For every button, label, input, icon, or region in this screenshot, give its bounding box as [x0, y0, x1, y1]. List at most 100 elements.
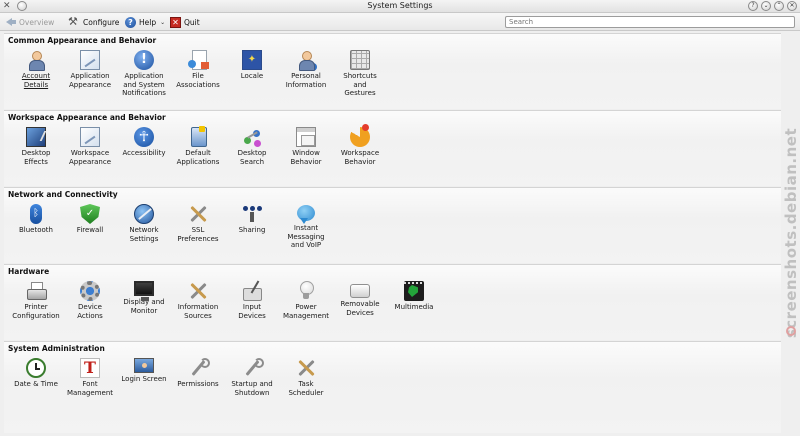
search-input[interactable]: [505, 16, 795, 28]
item-desktop-search[interactable]: Desktop Search: [224, 127, 280, 166]
maximize-button[interactable]: ⌃: [774, 1, 784, 11]
input-stylus-icon: [242, 281, 262, 301]
item-label: Sharing: [238, 226, 266, 234]
item-locale[interactable]: Locale: [224, 50, 280, 81]
desktop-search-icon: [242, 127, 262, 147]
file-associations-icon: [188, 50, 209, 70]
help-window-button[interactable]: ?: [748, 1, 758, 11]
item-removable-devices[interactable]: Removable Devices: [332, 281, 388, 317]
item-task-scheduler[interactable]: Task Scheduler: [278, 358, 334, 397]
item-display-monitor[interactable]: Display and Monitor: [116, 281, 172, 315]
network-globe-icon: [134, 204, 154, 224]
quit-button[interactable]: ✕ Quit: [170, 15, 200, 29]
overview-button[interactable]: Overview: [6, 15, 54, 29]
configure-tools-icon: ⚒: [68, 15, 78, 28]
personal-information-icon: i: [296, 50, 317, 71]
device-actions-gear-icon: [80, 281, 100, 301]
item-firewall[interactable]: ✓ Firewall: [62, 204, 118, 235]
item-permissions[interactable]: Permissions: [170, 358, 226, 389]
item-label: Workspace Appearance: [68, 149, 112, 166]
item-network-settings[interactable]: Network Settings: [116, 204, 172, 243]
back-arrow-icon: [6, 18, 16, 26]
item-default-applications[interactable]: Default Applications: [170, 126, 226, 166]
item-label: Application Appearance: [68, 72, 112, 89]
item-file-associations[interactable]: File Associations: [170, 50, 226, 89]
close-button[interactable]: ✕: [787, 1, 797, 11]
item-label: Startup and Shutdown: [231, 380, 273, 397]
item-printer-configuration[interactable]: Printer Configuration: [8, 281, 64, 320]
quit-label: Quit: [184, 17, 200, 27]
item-sharing[interactable]: Sharing: [224, 204, 280, 235]
item-login-screen[interactable]: Login Screen: [116, 358, 172, 384]
item-shortcuts-gestures[interactable]: Shortcuts and Gestures: [332, 50, 388, 98]
desktop-effects-icon: [26, 127, 46, 147]
item-workspace-appearance[interactable]: Workspace Appearance: [62, 127, 118, 166]
settings-content: Common Appearance and Behavior Account D…: [4, 33, 781, 433]
application-appearance-icon: [80, 50, 100, 70]
minimize-button[interactable]: ⌄: [761, 1, 771, 11]
item-date-time[interactable]: Date & Time: [8, 358, 64, 389]
item-device-actions[interactable]: Device Actions: [62, 281, 118, 320]
item-input-devices[interactable]: Input Devices: [224, 281, 280, 320]
item-label: Window Behavior: [290, 149, 322, 166]
sharing-icon: [242, 204, 262, 224]
item-label: Locale: [240, 72, 264, 80]
item-startup-shutdown[interactable]: Startup and Shutdown: [224, 358, 280, 397]
item-desktop-effects[interactable]: Desktop Effects: [8, 127, 64, 166]
firewall-shield-icon: ✓: [80, 204, 100, 224]
help-button[interactable]: ? Help ⌄: [125, 15, 165, 29]
item-label: Removable Devices: [340, 300, 380, 317]
item-label: Firewall: [76, 226, 104, 234]
configure-label: Configure: [83, 17, 120, 27]
item-label: Power Management: [282, 303, 330, 320]
information-tools-icon: [188, 281, 208, 301]
keyboard-shortcuts-icon: [350, 50, 370, 70]
item-label: Font Management: [66, 380, 114, 397]
item-information-sources[interactable]: Information Sources: [170, 281, 226, 320]
item-label: Input Devices: [238, 303, 266, 320]
category-title: Workspace Appearance and Behavior: [8, 113, 166, 122]
ssl-tools-icon: [188, 204, 208, 224]
login-screen-icon: [134, 358, 154, 373]
item-power-management[interactable]: Power Management: [278, 281, 334, 320]
workspace-appearance-icon: [80, 127, 100, 147]
category-title: Common Appearance and Behavior: [8, 36, 157, 45]
item-notifications[interactable]: ! Application and System Notifications: [116, 50, 172, 98]
item-multimedia[interactable]: Multimedia: [386, 281, 442, 312]
watermark-text: screenshots.debian.net: [782, 127, 800, 339]
item-accessibility[interactable]: ☥ Accessibility: [116, 127, 172, 158]
item-label: Task Scheduler: [288, 380, 324, 397]
titlebar-right-buttons: ? ⌄ ⌃ ✕: [748, 1, 797, 11]
help-icon: ?: [125, 16, 136, 28]
category-title: System Administration: [8, 344, 105, 353]
side-watermark-area: screenshots.debian.net: [782, 33, 800, 433]
drive-icon: [350, 284, 370, 298]
item-label: Shortcuts and Gestures: [343, 72, 377, 97]
item-font-management[interactable]: T Font Management: [62, 358, 118, 397]
window-titlebar: ✕ System Settings ? ⌄ ⌃ ✕: [0, 0, 800, 13]
category-network-connectivity: Network and Connectivity ᛒ Bluetooth ✓ F…: [4, 187, 781, 263]
item-label: Multimedia: [394, 303, 434, 311]
help-label: Help: [139, 17, 157, 27]
item-account-details[interactable]: Account Details: [8, 50, 64, 89]
chat-bubble-icon: [297, 205, 315, 224]
item-personal-information[interactable]: i Personal Information: [278, 50, 334, 89]
configure-button[interactable]: ⚒ Configure: [68, 15, 119, 29]
item-label: Desktop Search: [237, 149, 267, 166]
window-behavior-icon: [296, 127, 316, 147]
item-label: Information Sources: [177, 303, 219, 320]
account-details-icon: [26, 50, 46, 71]
item-label: Default Applications: [176, 149, 220, 166]
item-bluetooth[interactable]: ᛒ Bluetooth: [8, 204, 64, 235]
item-workspace-behavior[interactable]: Workspace Behavior: [332, 124, 388, 166]
window-title: System Settings: [367, 1, 433, 10]
item-label: Accessibility: [122, 149, 166, 157]
item-window-behavior[interactable]: Window Behavior: [278, 127, 334, 166]
item-label: Desktop Effects: [21, 149, 51, 166]
startup-wrench-icon: [242, 358, 264, 378]
item-application-appearance[interactable]: Application Appearance: [62, 50, 118, 89]
item-instant-messaging[interactable]: Instant Messaging and VoIP: [278, 204, 334, 250]
item-ssl-preferences[interactable]: SSL Preferences: [170, 204, 226, 243]
item-label: Bluetooth: [19, 226, 53, 234]
item-label: Device Actions: [77, 303, 103, 320]
